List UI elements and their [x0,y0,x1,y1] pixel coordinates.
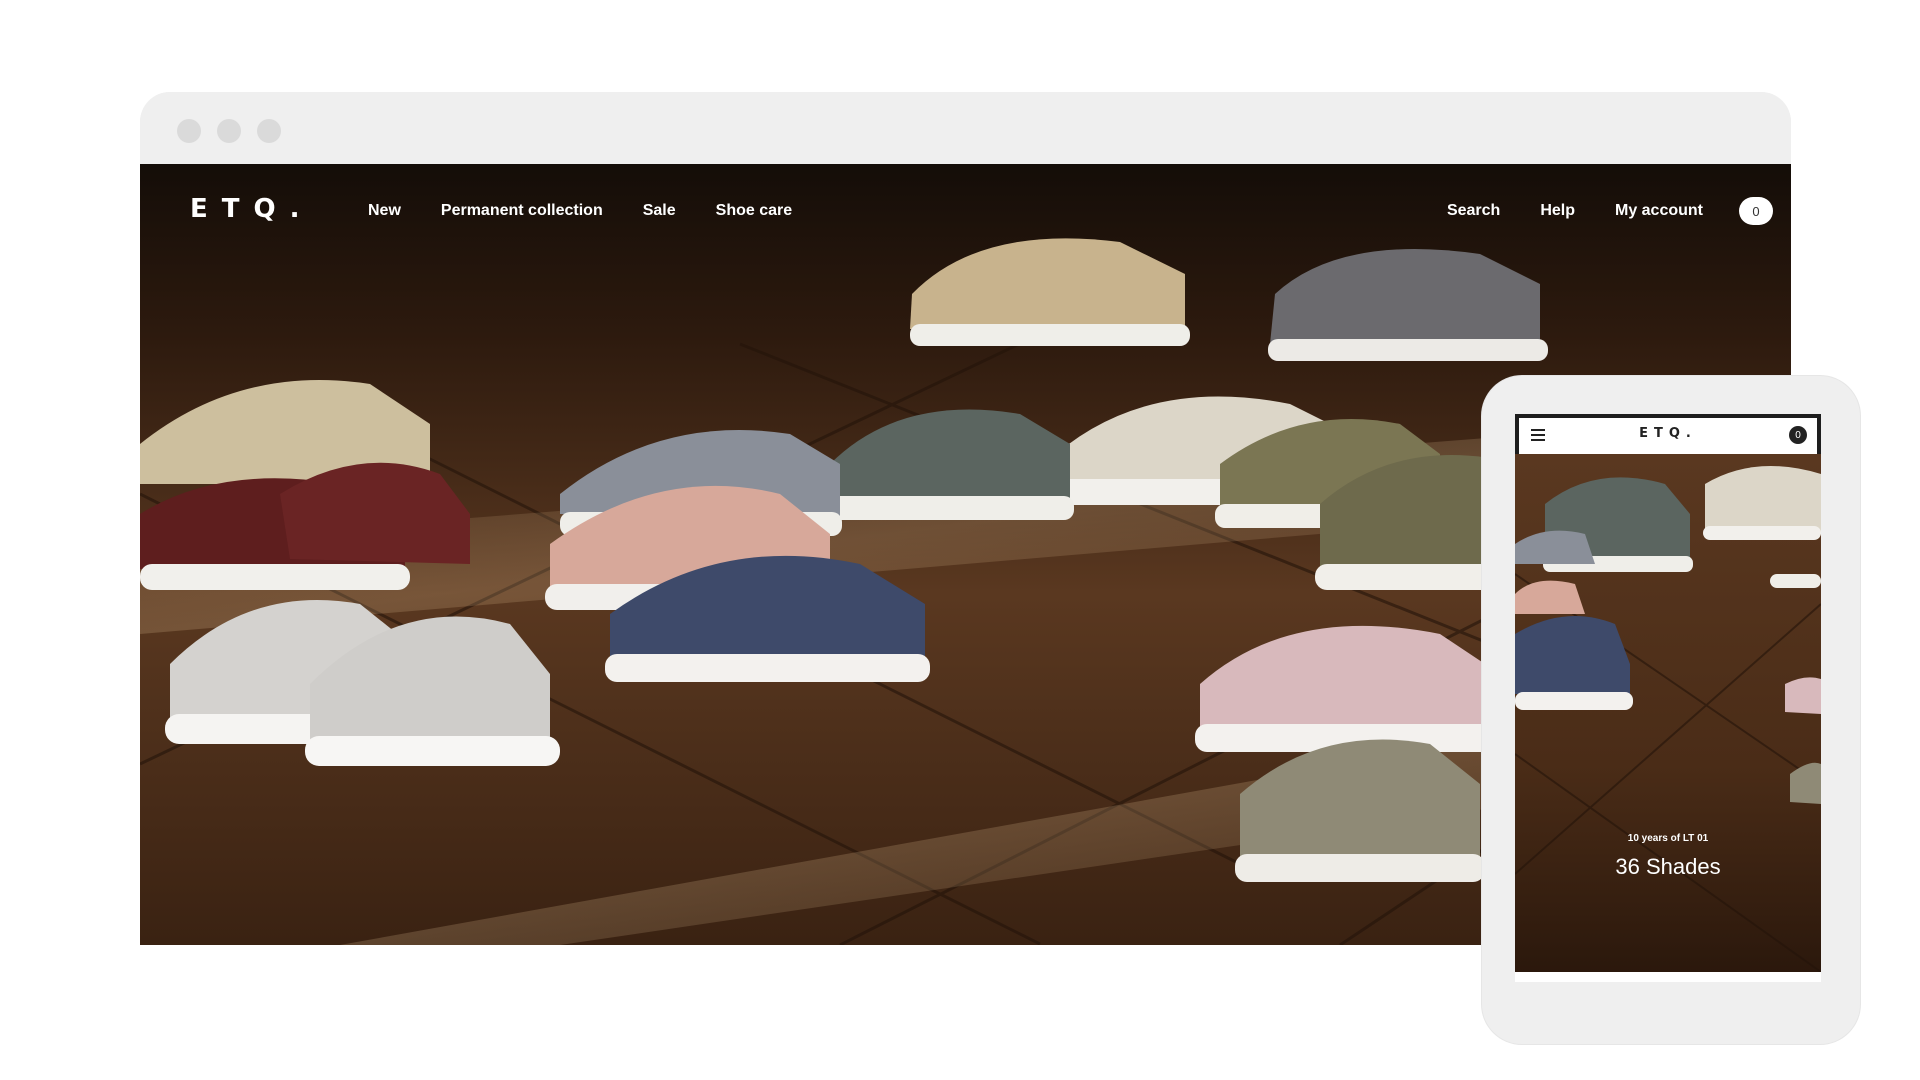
site-header: ETQ. New Permanent collection Sale Shoe … [140,164,1791,254]
nav-link-help[interactable]: Help [1540,202,1575,220]
nav-link-search[interactable]: Search [1447,202,1500,220]
hamburger-menu-icon[interactable] [1531,429,1545,441]
window-dot-icon[interactable] [257,119,281,143]
mobile-hero-image [1515,454,1821,972]
mobile-hero-headline[interactable]: 36 Shades [1515,854,1821,880]
cart-button[interactable]: 0 [1739,197,1773,225]
nav-link-sale[interactable]: Sale [643,202,676,220]
window-dot-icon[interactable] [217,119,241,143]
mobile-hero-kicker: 10 years of LT 01 [1627,833,1709,844]
mobile-brand-logo[interactable]: ETQ. [1639,426,1697,441]
primary-nav: New Permanent collection Sale Shoe care [368,202,792,220]
window-dot-icon[interactable] [177,119,201,143]
mobile-device-mockup: ETQ. 0 10 years of LT 01 36 Shades [1482,376,1860,1044]
nav-link-shoe-care[interactable]: Shoe care [716,202,792,220]
nav-link-new[interactable]: New [368,202,401,220]
browser-title-bar [140,92,1791,164]
utility-nav: Search Help My account [1447,202,1703,220]
mobile-header: ETQ. 0 [1515,414,1821,454]
mobile-viewport: ETQ. 0 10 years of LT 01 36 Shades [1515,414,1821,972]
brand-logo[interactable]: ETQ. [190,194,313,224]
nav-link-my-account[interactable]: My account [1615,202,1703,220]
mobile-screen: ETQ. 0 10 years of LT 01 36 Shades [1515,414,1821,982]
nav-link-permanent-collection[interactable]: Permanent collection [441,202,603,220]
mobile-cart-button[interactable]: 0 [1789,426,1807,444]
